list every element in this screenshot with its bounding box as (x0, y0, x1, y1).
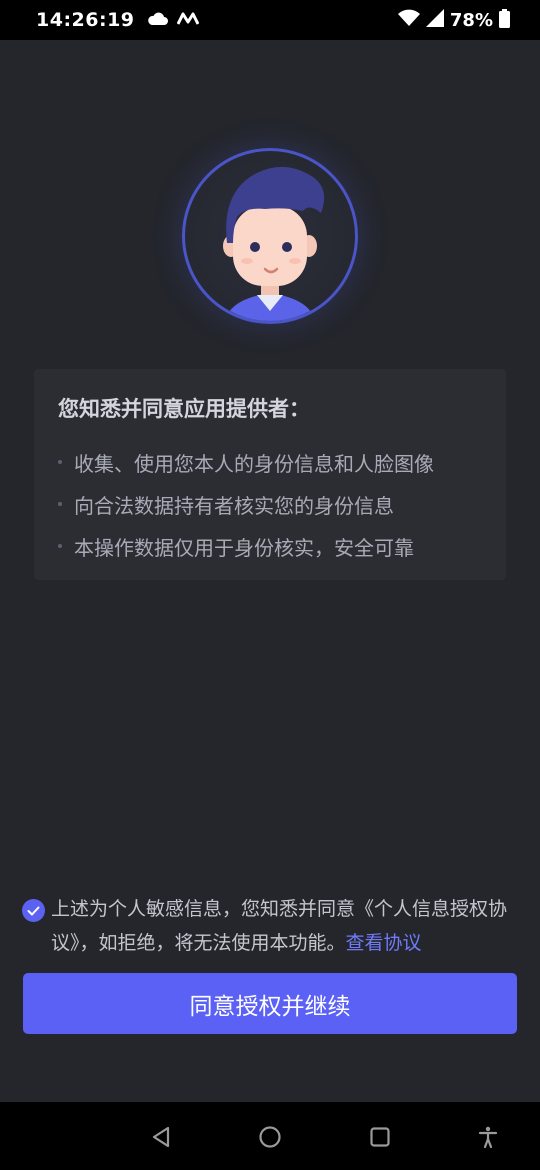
status-system-icons: 78% (397, 8, 510, 32)
info-item-text: 收集、使用您本人的身份信息和人脸图像 (74, 453, 434, 476)
info-item: 向合法数据持有者核实您的身份信息 (58, 483, 482, 525)
checkmark-icon (27, 906, 40, 915)
info-title: 您知悉并同意应用提供者： (58, 398, 310, 421)
consent-text: 上述为个人敏感信息，您知悉并同意《个人信息授权协议》，如拒绝，将无法使用本功能。… (51, 893, 518, 961)
wifi-icon (397, 9, 420, 31)
info-item-text: 本操作数据仅用于身份核实，安全可靠 (74, 537, 414, 560)
bullet-icon (58, 544, 62, 548)
info-card: 您知悉并同意应用提供者： 收集、使用您本人的身份信息和人脸图像 向合法数据持有者… (34, 369, 506, 580)
view-agreement-link[interactable]: 查看协议 (346, 933, 422, 954)
avatar (182, 148, 358, 324)
battery-icon (499, 8, 510, 32)
info-item: 本操作数据仅用于身份核实，安全可靠 (58, 525, 482, 567)
navigation-bar (0, 1102, 540, 1170)
info-item-text: 向合法数据持有者核实您的身份信息 (74, 495, 394, 518)
accessibility-icon[interactable] (473, 1122, 503, 1152)
recents-icon[interactable] (365, 1122, 395, 1152)
signal-icon (425, 9, 444, 31)
home-icon[interactable] (255, 1122, 285, 1152)
status-notification-icons (147, 11, 199, 30)
consent-checkbox[interactable] (22, 899, 45, 922)
battery-percentage: 78% (449, 9, 493, 31)
consent-statement: 上述为个人敏感信息，您知悉并同意《个人信息授权协议》，如拒绝，将无法使用本功能。 (51, 899, 508, 954)
bullet-icon (58, 460, 62, 464)
m-logo-icon (176, 11, 199, 30)
consent-row: 上述为个人敏感信息，您知悉并同意《个人信息授权协议》，如拒绝，将无法使用本功能。… (22, 893, 518, 961)
status-bar: 14:26:19 78% (0, 0, 540, 40)
user-avatar-icon (223, 166, 325, 321)
bullet-icon (58, 502, 62, 506)
cloud-icon (147, 11, 169, 30)
agree-continue-button[interactable]: 同意授权并继续 (23, 973, 517, 1034)
back-icon[interactable] (146, 1122, 176, 1152)
info-item: 收集、使用您本人的身份信息和人脸图像 (58, 441, 482, 483)
status-time: 14:26:19 (36, 9, 135, 31)
